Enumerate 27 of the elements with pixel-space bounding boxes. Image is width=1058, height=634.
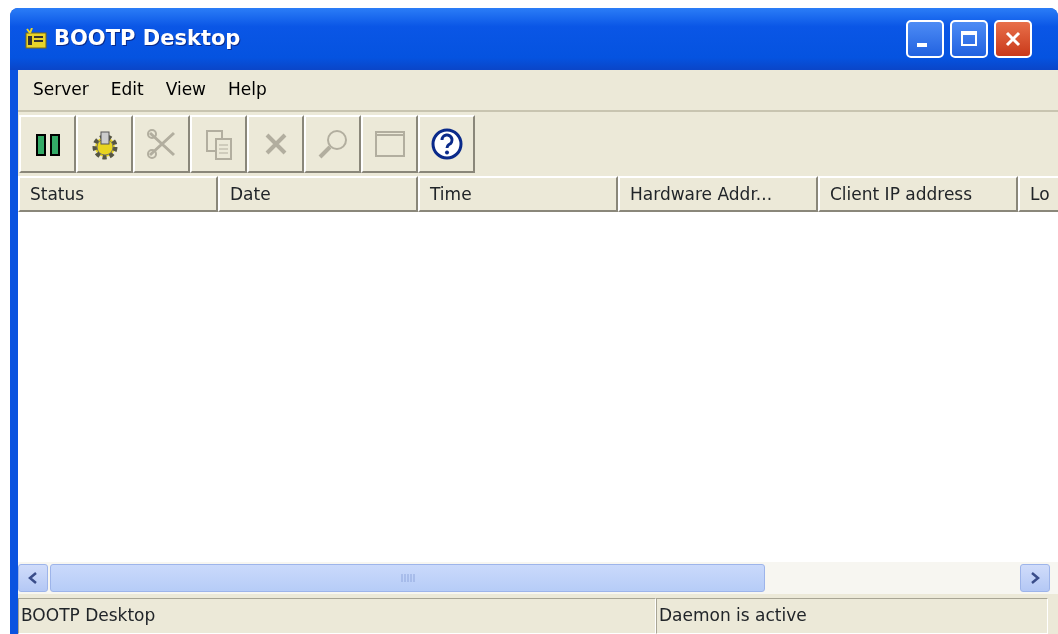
column-header[interactable]: Hardware Addr... <box>618 176 818 212</box>
minimize-icon <box>917 43 927 47</box>
app-icon <box>24 28 48 50</box>
maximize-icon <box>959 29 979 49</box>
close-icon <box>1003 29 1023 49</box>
column-header[interactable]: Status <box>18 176 218 212</box>
column-header[interactable]: Lo <box>1018 176 1058 212</box>
column-header[interactable]: Client IP address <box>818 176 1018 212</box>
column-header[interactable]: Date <box>218 176 418 212</box>
menu-item[interactable]: Help <box>217 77 278 103</box>
status-text: Daemon is active <box>656 598 1048 634</box>
toolbar-button[interactable] <box>418 115 475 173</box>
scroll-right-button[interactable] <box>1020 564 1050 592</box>
status-text: BOOTP Desktop <box>18 598 656 634</box>
minimize-button[interactable] <box>906 20 944 58</box>
window-title: BOOTP Desktop <box>54 25 241 53</box>
close-button[interactable] <box>994 20 1032 58</box>
menu-item[interactable]: Server <box>22 77 100 103</box>
column-header[interactable]: Time <box>418 176 618 212</box>
toolbar-button[interactable] <box>76 115 133 173</box>
scroll-thumb[interactable] <box>50 564 765 592</box>
menu-item[interactable]: Edit <box>99 77 155 103</box>
scroll-left-button[interactable] <box>18 564 48 592</box>
toolbar-button[interactable] <box>19 115 76 173</box>
help-icon <box>429 127 464 161</box>
menu-item[interactable]: View <box>154 77 217 103</box>
maximize-button[interactable] <box>950 20 988 58</box>
